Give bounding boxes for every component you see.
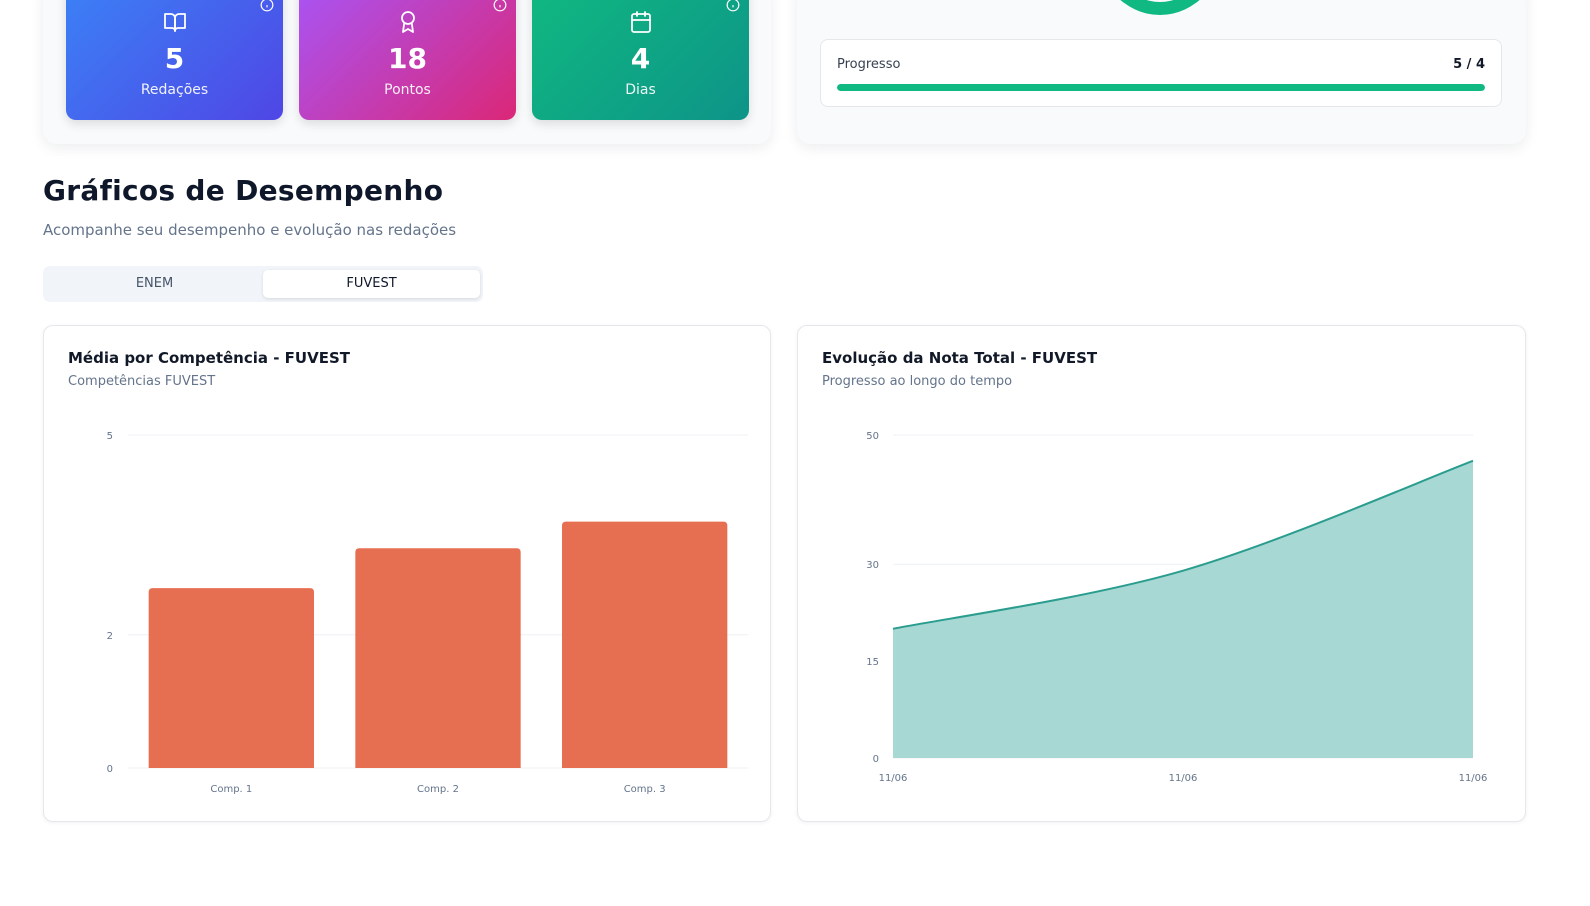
x-tick-label: Comp. 3 <box>624 784 666 795</box>
area-chart-card: Evolução da Nota Total - FUVEST Progress… <box>797 325 1526 822</box>
award-icon <box>400 11 415 33</box>
stat-value: 18 <box>388 42 427 75</box>
progress-bar <box>837 84 1485 91</box>
progress-panel: Progresso 5 / 4 <box>797 0 1526 144</box>
stat-value: 5 <box>164 42 185 75</box>
info-icon[interactable] <box>726 0 740 12</box>
y-tick-label: 30 <box>866 560 879 571</box>
y-tick-label: 50 <box>866 431 879 442</box>
bar[interactable] <box>148 588 314 768</box>
area-fill <box>893 460 1473 758</box>
y-tick-label: 5 <box>107 431 113 442</box>
stat-label: Dias <box>625 82 656 98</box>
tab-enem[interactable]: ENEM <box>46 270 263 298</box>
info-icon[interactable] <box>260 0 274 12</box>
progress-box: Progresso 5 / 4 <box>820 39 1502 107</box>
calendar-icon <box>630 11 651 33</box>
bar-chart-card: Média por Competência - FUVEST Competênc… <box>43 325 771 822</box>
x-tick-label: 11/06 <box>1459 773 1488 784</box>
stat-card-redacoes: 5 Redações <box>66 0 283 120</box>
stat-label: Redações <box>140 82 209 98</box>
progress-count: 5 / 4 <box>1453 57 1485 72</box>
stats-panel: 5 Redações 18 Pontos 4 Dias <box>43 0 771 144</box>
x-tick-label: Comp. 1 <box>210 784 252 795</box>
progress-label: Progresso <box>837 57 901 72</box>
stat-value: 4 <box>630 42 651 75</box>
x-tick-label: 11/06 <box>879 773 908 784</box>
stat-label: Pontos <box>384 82 431 98</box>
exam-tabs: ENEM FUVEST <box>43 266 483 302</box>
stat-card-pontos: 18 Pontos <box>299 0 516 120</box>
y-tick-label: 0 <box>107 764 113 775</box>
x-tick-label: 11/06 <box>1169 773 1198 784</box>
bar-chart: 0 2 5 Comp. 1 Comp. 2 Comp. 3 <box>107 431 748 795</box>
tab-fuvest[interactable]: FUVEST <box>263 270 480 298</box>
bar[interactable] <box>562 521 728 768</box>
area-chart: 0 15 30 50 11/06 11/06 11/06 <box>866 431 1488 784</box>
x-tick-label: Comp. 2 <box>417 784 459 795</box>
bar[interactable] <box>355 548 521 768</box>
book-open-icon <box>163 13 186 32</box>
stat-card-dias: 4 Dias <box>532 0 749 120</box>
y-tick-label: 0 <box>873 754 879 765</box>
progress-bar-fill <box>837 84 1485 91</box>
y-tick-label: 15 <box>866 657 879 668</box>
section-subtitle: Acompanhe seu desempenho e evolução nas … <box>43 221 457 239</box>
progress-ring <box>1095 0 1225 15</box>
section-title: Gráficos de Desempenho <box>43 174 444 207</box>
y-tick-label: 2 <box>107 631 113 642</box>
info-icon[interactable] <box>493 0 507 12</box>
